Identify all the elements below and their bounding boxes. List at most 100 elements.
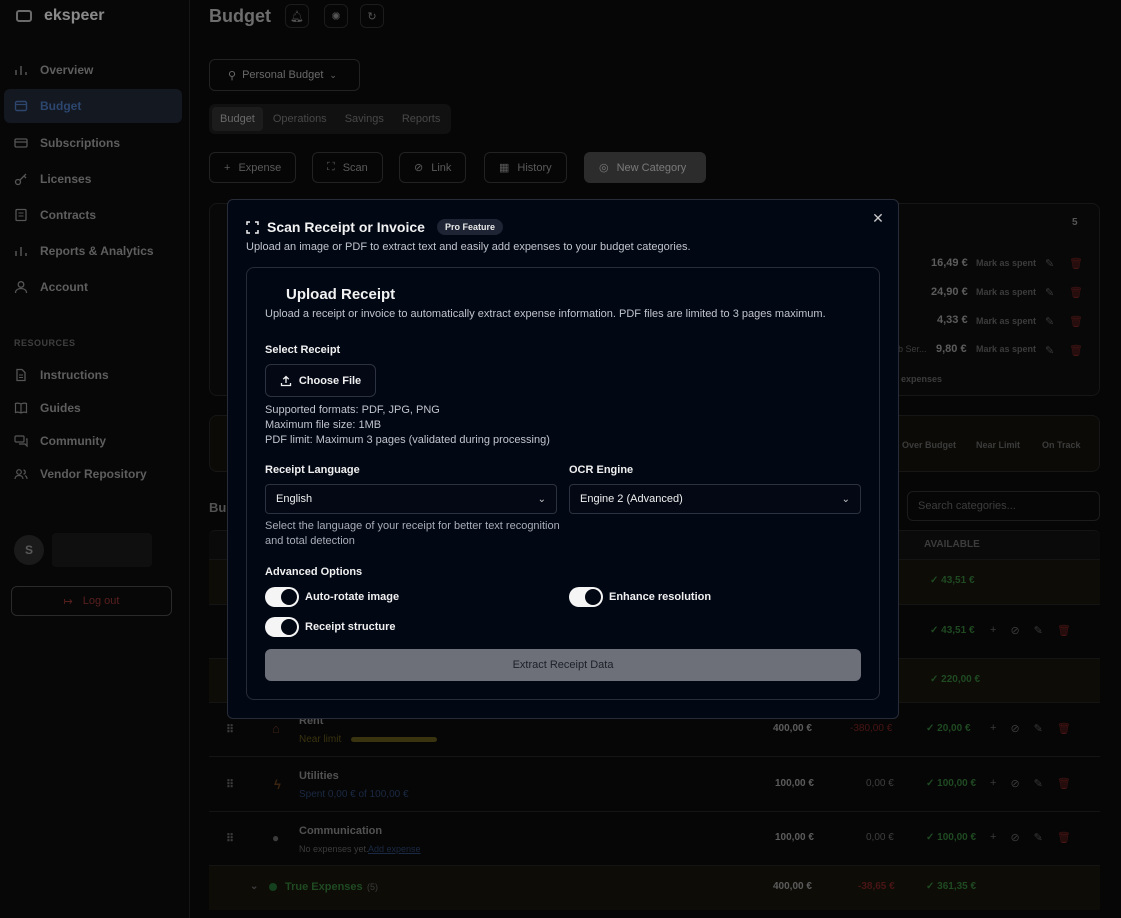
mark-as-spent-link[interactable]: Mark as spent bbox=[976, 258, 1036, 268]
receipt-language-value: English bbox=[276, 493, 313, 505]
avatar: S bbox=[14, 535, 44, 565]
sidebar-item-contracts[interactable]: Contracts bbox=[4, 198, 182, 232]
sidebar-item-licenses[interactable]: Licenses bbox=[4, 162, 182, 196]
plus-icon[interactable]: + bbox=[990, 777, 996, 790]
logout-button[interactable]: ↦ Log out bbox=[11, 586, 172, 616]
available-amount: ✓ 20,00 € bbox=[926, 723, 971, 734]
trash-icon[interactable]: 🗑︎ bbox=[1069, 286, 1083, 299]
sidebar-item-subscriptions[interactable]: Subscriptions bbox=[4, 126, 182, 160]
sidebar-item-vendor-repository[interactable]: Vendor Repository bbox=[4, 457, 182, 491]
tab-operations[interactable]: Operations bbox=[265, 107, 335, 131]
amount: 24,90 € bbox=[931, 286, 968, 298]
sidebar-item-account[interactable]: Account bbox=[4, 270, 182, 304]
link-icon[interactable]: ⊘ bbox=[1010, 722, 1019, 735]
scan-button[interactable]: ⛶ Scan bbox=[312, 152, 383, 183]
spent-amount: -380,00 € bbox=[850, 723, 893, 734]
choose-file-button[interactable]: Choose File bbox=[265, 364, 376, 397]
sun-icon[interactable]: ✺ bbox=[324, 4, 348, 28]
link-icon[interactable]: ⊘ bbox=[1010, 624, 1019, 637]
tab-budget[interactable]: Budget bbox=[212, 107, 263, 131]
drag-handle-icon[interactable]: ⠿ bbox=[226, 723, 234, 736]
chevron-down-icon[interactable]: ⌄ bbox=[250, 881, 258, 892]
sidebar-item-overview[interactable]: Overview bbox=[4, 53, 182, 87]
brand[interactable]: ekspeer bbox=[16, 6, 105, 26]
chevron-down-icon: ⌄ bbox=[329, 69, 337, 80]
spent-amount: 0,00 € bbox=[866, 832, 894, 843]
edit-icon[interactable]: ✎ bbox=[1034, 777, 1043, 790]
add-expense-link[interactable]: Add expense bbox=[368, 844, 421, 854]
trash-icon[interactable]: 🗑︎ bbox=[1057, 831, 1071, 844]
budget-selector[interactable]: ⚲ Personal Budget ⌄ bbox=[209, 59, 360, 91]
sidebar-item-community[interactable]: Community bbox=[4, 424, 182, 458]
edit-icon[interactable]: ✎ bbox=[1034, 624, 1043, 637]
sidebar-item-budget[interactable]: Budget bbox=[4, 89, 182, 123]
link-icon: ⊘ bbox=[414, 162, 424, 174]
chat-icon bbox=[14, 434, 28, 448]
edit-icon[interactable]: ✎ bbox=[1034, 722, 1043, 735]
sidebar-item-label: Community bbox=[40, 434, 106, 448]
sidebar-item-reports[interactable]: Reports & Analytics bbox=[4, 234, 182, 268]
extract-receipt-data-button[interactable]: Extract Receipt Data bbox=[265, 649, 861, 681]
mark-as-spent-link[interactable]: Mark as spent bbox=[976, 287, 1036, 297]
available-amount: ✓ 220,00 € bbox=[930, 674, 981, 685]
button-label: New Category bbox=[616, 161, 687, 174]
receipt-structure-toggle[interactable] bbox=[265, 617, 299, 637]
user-card[interactable]: S bbox=[14, 530, 174, 570]
filter-near-limit[interactable]: Near Limit bbox=[976, 440, 1020, 450]
row-actions: + ⊘ ✎ 🗑︎ bbox=[990, 777, 1071, 790]
row-actions: + ⊘ ✎ 🗑︎ bbox=[990, 831, 1071, 844]
trash-icon[interactable]: 🗑︎ bbox=[1057, 777, 1071, 790]
trash-icon[interactable]: 🗑︎ bbox=[1069, 257, 1083, 270]
edit-icon[interactable]: ✎ bbox=[1045, 344, 1054, 357]
mark-as-spent-link[interactable]: Mark as spent bbox=[976, 344, 1036, 354]
sidebar-item-label: Instructions bbox=[40, 368, 109, 382]
upload-receipt-title: Upload Receipt bbox=[286, 286, 396, 303]
budget-amount: 100,00 € bbox=[775, 778, 814, 789]
trash-icon[interactable]: 🗑︎ bbox=[1057, 624, 1071, 637]
add-expense-button[interactable]: + Expense bbox=[209, 152, 297, 183]
history-button[interactable]: ▦ History bbox=[484, 152, 567, 183]
edit-icon[interactable]: ✎ bbox=[1045, 315, 1054, 328]
edit-icon[interactable]: ✎ bbox=[1045, 286, 1054, 299]
plus-icon[interactable]: + bbox=[990, 624, 996, 637]
max-file-size-text: Maximum file size: 1MB bbox=[265, 419, 382, 431]
sidebar-item-guides[interactable]: Guides bbox=[4, 391, 182, 425]
drag-handle-icon[interactable]: ⠿ bbox=[226, 832, 234, 845]
page-title: Budget bbox=[209, 6, 271, 26]
drag-handle-icon[interactable]: ⠿ bbox=[226, 778, 234, 791]
plus-icon[interactable]: + bbox=[990, 722, 996, 735]
ocr-engine-label: OCR Engine bbox=[569, 464, 634, 476]
refresh-icon[interactable]: ↻ bbox=[360, 4, 384, 28]
edit-icon[interactable]: ✎ bbox=[1034, 831, 1043, 844]
trash-icon[interactable]: 🗑︎ bbox=[1069, 315, 1083, 328]
close-icon[interactable]: ✕ bbox=[870, 210, 886, 226]
tab-savings[interactable]: Savings bbox=[337, 107, 392, 131]
auto-rotate-toggle[interactable] bbox=[265, 587, 299, 607]
trash-icon[interactable]: 🗑︎ bbox=[1057, 722, 1071, 735]
link-icon[interactable]: ⊘ bbox=[1010, 777, 1019, 790]
section-heading-partial: Bu bbox=[209, 500, 227, 515]
edit-icon[interactable]: ✎ bbox=[1045, 257, 1054, 270]
group-color-dot bbox=[269, 883, 277, 891]
link-button[interactable]: ⊘ Link bbox=[399, 152, 467, 183]
link-icon[interactable]: ⊘ bbox=[1010, 831, 1019, 844]
new-category-button[interactable]: ◎ New Category bbox=[584, 152, 706, 183]
sidebar-item-label: Budget bbox=[40, 99, 82, 113]
sidebar-item-instructions[interactable]: Instructions bbox=[4, 358, 182, 392]
enhance-resolution-toggle[interactable] bbox=[569, 587, 603, 607]
mark-as-spent-link[interactable]: Mark as spent bbox=[976, 316, 1036, 326]
ocr-engine-select[interactable]: Engine 2 (Advanced) ⌄ bbox=[569, 484, 861, 514]
plus-icon[interactable]: + bbox=[990, 831, 996, 844]
search-categories-input[interactable]: Search categories... bbox=[907, 491, 1100, 521]
trash-icon[interactable]: 🗑︎ bbox=[1069, 344, 1083, 357]
receipt-language-select[interactable]: English ⌄ bbox=[265, 484, 557, 514]
available-amount: ✓ 100,00 € bbox=[926, 832, 977, 843]
bell-icon[interactable]: 🔔︎ bbox=[285, 4, 309, 28]
tab-reports[interactable]: Reports bbox=[394, 107, 449, 131]
row-actions: + ⊘ ✎ 🗑︎ bbox=[990, 624, 1071, 637]
filter-on-track[interactable]: On Track bbox=[1042, 440, 1081, 450]
calendar-icon: ▦ bbox=[499, 162, 510, 174]
scan-receipt-dialog: ✕ Scan Receipt or Invoice Pro Feature Up… bbox=[227, 199, 899, 719]
filter-over-budget[interactable]: Over Budget bbox=[902, 440, 956, 450]
sidebar-item-label: Guides bbox=[40, 401, 81, 415]
